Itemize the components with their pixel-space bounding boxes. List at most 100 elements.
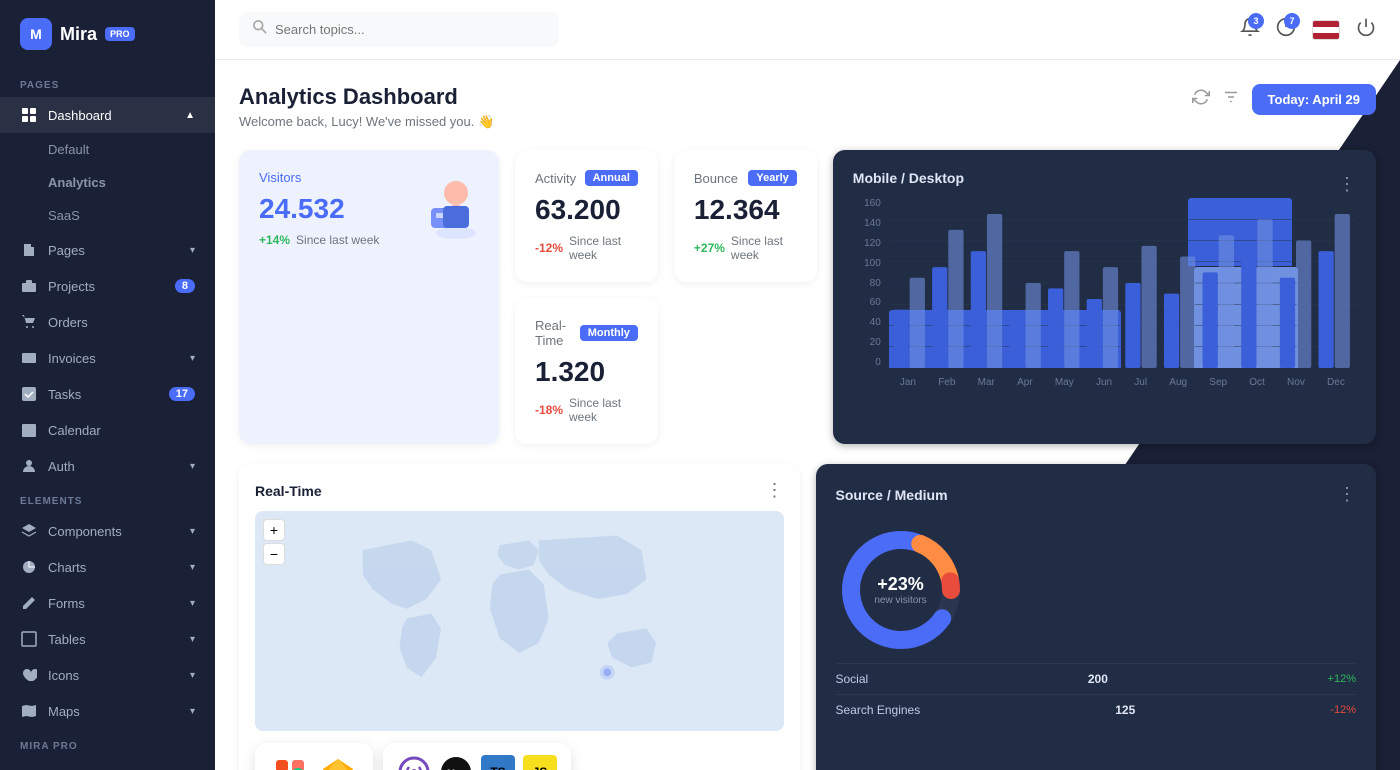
sidebar-item-pages[interactable]: Pages ▾	[0, 232, 215, 268]
heart-icon	[20, 666, 38, 684]
sidebar-item-tables[interactable]: Tables ▾	[0, 621, 215, 657]
sidebar-item-projects-label: Projects	[48, 279, 95, 294]
layers-icon	[20, 522, 38, 540]
redux-icon	[397, 755, 431, 770]
sidebar-item-orders-label: Orders	[48, 315, 88, 330]
cart-icon	[20, 313, 38, 331]
sidebar-item-maps[interactable]: Maps ▾	[0, 693, 215, 729]
realtime-badge: Monthly	[580, 325, 638, 341]
content-inner: Analytics Dashboard Welcome back, Lucy! …	[215, 60, 1400, 770]
alerts-icon-wrap[interactable]: 7	[1276, 17, 1296, 42]
map-zoom-in[interactable]: +	[263, 519, 285, 541]
mobile-desktop-menu[interactable]: ⋮	[1338, 174, 1356, 195]
logo: M Mira PRO	[0, 0, 215, 68]
sidebar-item-invoices-label: Invoices	[48, 351, 96, 366]
donut-center: +23% new visitors	[874, 574, 926, 606]
mobile-desktop-header: Mobile / Desktop ⋮	[853, 170, 1356, 198]
realtime-change-pct: -18%	[535, 403, 563, 417]
chevron-down-icon-8: ▾	[190, 670, 195, 681]
stats-row: Visitors	[239, 150, 1376, 444]
realtime-value: 1.320	[535, 356, 638, 388]
tasks-badge: 17	[169, 387, 195, 401]
filter-icon[interactable]	[1222, 88, 1240, 111]
briefcase-icon	[20, 277, 38, 295]
realtime-card: Real-Time Monthly 1.320 -18% Since last …	[515, 298, 658, 444]
table-icon	[20, 630, 38, 648]
bottom-row: Real-Time ⋮ + −	[239, 464, 1376, 770]
donut-pct: +23%	[874, 574, 926, 595]
activity-value: 63.200	[535, 194, 638, 226]
tech-card-figma-sketch	[255, 743, 373, 770]
sidebar-item-projects[interactable]: Projects 8	[0, 268, 215, 304]
today-button[interactable]: Today: April 29	[1252, 84, 1376, 115]
pie-chart-icon	[20, 558, 38, 576]
map-zoom-out[interactable]: −	[263, 543, 285, 565]
sidebar-item-default[interactable]: Default	[0, 133, 215, 166]
map-controls: + −	[263, 519, 285, 565]
bounce-change-label: Since last week	[731, 234, 797, 262]
search-box[interactable]	[239, 12, 559, 47]
source-social-value: 200	[1088, 672, 1108, 686]
stats-cards-col: Activity Annual 63.200 -12% Since last w…	[515, 150, 817, 444]
sidebar-item-forms[interactable]: Forms ▾	[0, 585, 215, 621]
realtime-map-card: Real-Time ⋮ + −	[239, 464, 800, 770]
language-flag[interactable]	[1312, 20, 1340, 40]
mobile-desktop-chart: Mobile / Desktop ⋮ 160 140 120 100 80	[833, 150, 1376, 444]
tech-overlay: N .js TS JS	[255, 743, 784, 770]
sidebar-item-calendar[interactable]: Calendar	[0, 412, 215, 448]
realtime-change: -18% Since last week	[535, 396, 638, 424]
source-row-social: Social 200 +12%	[836, 663, 1357, 694]
file-icon	[20, 241, 38, 259]
activity-change-pct: -12%	[535, 241, 563, 255]
visitors-card: Visitors	[239, 150, 499, 444]
chevron-down-icon-4: ▾	[190, 526, 195, 537]
realtime-header: Real-Time Monthly	[535, 318, 638, 348]
section-pages: PAGES	[0, 68, 215, 97]
pro-badge: PRO	[105, 27, 135, 41]
source-social-name: Social	[836, 672, 869, 686]
source-medium-card: Source / Medium ⋮	[816, 464, 1377, 770]
activity-change-label: Since last week	[569, 234, 638, 262]
activity-header: Activity Annual	[535, 170, 638, 186]
credit-card-icon	[20, 349, 38, 367]
sidebar-item-auth[interactable]: Auth ▾	[0, 448, 215, 484]
realtime-map-title: Real-Time	[255, 483, 322, 499]
sidebar-item-charts[interactable]: Charts ▾	[0, 549, 215, 585]
topbar-icons: 3 7	[1240, 17, 1376, 42]
source-medium-menu[interactable]: ⋮	[1338, 484, 1356, 505]
sidebar-item-pages-label: Pages	[48, 243, 85, 258]
sidebar-item-analytics-label: Analytics	[48, 175, 106, 190]
search-input[interactable]	[275, 22, 545, 37]
bounce-label: Bounce	[694, 171, 738, 186]
donut-area: +23% new visitors	[836, 517, 1357, 663]
sidebar-item-components[interactable]: Components ▾	[0, 513, 215, 549]
sidebar-item-tasks-label: Tasks	[48, 387, 81, 402]
sidebar-item-icons[interactable]: Icons ▾	[0, 657, 215, 693]
user-icon	[20, 457, 38, 475]
realtime-map-menu[interactable]: ⋮	[766, 480, 784, 501]
visitors-change-pct: +14%	[259, 233, 290, 247]
realtime-change-label: Since last week	[569, 396, 638, 424]
sidebar-item-saas[interactable]: SaaS	[0, 199, 215, 232]
sidebar-item-tasks[interactable]: Tasks 17	[0, 376, 215, 412]
sidebar-item-analytics[interactable]: Analytics	[0, 166, 215, 199]
notifications-icon-wrap[interactable]: 3	[1240, 17, 1260, 42]
realtime-label: Real-Time	[535, 318, 580, 348]
refresh-icon[interactable]	[1192, 88, 1210, 111]
power-icon[interactable]	[1356, 17, 1376, 42]
grid-icon	[20, 106, 38, 124]
sidebar-item-calendar-label: Calendar	[48, 423, 101, 438]
sidebar-item-orders[interactable]: Orders	[0, 304, 215, 340]
donut-sub: new visitors	[874, 595, 926, 606]
sidebar-item-dashboard[interactable]: Dashboard ▲	[0, 97, 215, 133]
topbar: 3 7	[215, 0, 1400, 60]
sidebar-item-invoices[interactable]: Invoices ▾	[0, 340, 215, 376]
sidebar: M Mira PRO PAGES Dashboard ▲ Default Ana…	[0, 0, 215, 770]
sidebar-item-saas-label: SaaS	[48, 208, 80, 223]
logo-text: Mira	[60, 24, 97, 45]
bounce-badge: Yearly	[748, 170, 796, 186]
source-social-change: +12%	[1328, 673, 1356, 685]
section-mira-pro: MIRA PRO	[0, 729, 215, 758]
nextjs-icon: N .js	[439, 755, 473, 770]
page-title-group: Analytics Dashboard Welcome back, Lucy! …	[239, 84, 494, 130]
